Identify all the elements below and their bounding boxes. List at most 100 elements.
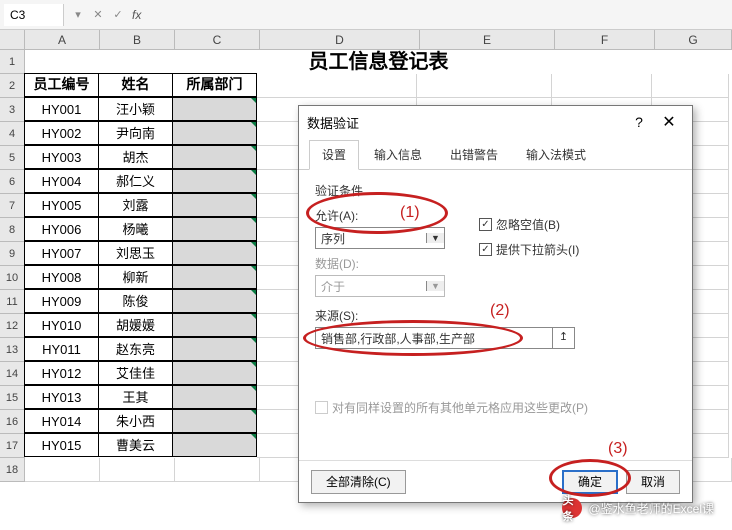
row-header[interactable]: 17 bbox=[0, 434, 25, 458]
cell[interactable]: 汪小颖 bbox=[98, 97, 173, 121]
cell[interactable]: HY015 bbox=[24, 433, 99, 457]
cell[interactable]: HY002 bbox=[24, 121, 99, 145]
tab-ime-mode[interactable]: 输入法模式 bbox=[513, 140, 599, 169]
cell[interactable] bbox=[100, 458, 175, 482]
tab-error-alert[interactable]: 出错警告 bbox=[437, 140, 511, 169]
col-header[interactable]: G bbox=[655, 30, 732, 50]
cell[interactable]: 柳新 bbox=[98, 265, 173, 289]
row-header[interactable]: 18 bbox=[0, 458, 25, 482]
cell[interactable]: 艾佳佳 bbox=[98, 361, 173, 385]
cell[interactable]: 胡杰 bbox=[98, 145, 173, 169]
cell[interactable] bbox=[172, 385, 257, 409]
cell[interactable] bbox=[172, 145, 257, 169]
row-header[interactable]: 4 bbox=[0, 122, 25, 146]
chevron-down-icon[interactable]: ▼ bbox=[426, 233, 444, 243]
select-all-corner[interactable] bbox=[0, 30, 25, 50]
confirm-icon[interactable]: ✓ bbox=[108, 8, 128, 21]
cell[interactable]: 胡媛媛 bbox=[98, 313, 173, 337]
cell[interactable] bbox=[172, 289, 257, 313]
row-header[interactable]: 3 bbox=[0, 98, 25, 122]
cell[interactable] bbox=[172, 241, 257, 265]
col-header[interactable]: E bbox=[420, 30, 555, 50]
row-header[interactable]: 14 bbox=[0, 362, 25, 386]
cell[interactable] bbox=[552, 74, 652, 98]
row-header[interactable]: 11 bbox=[0, 290, 25, 314]
cell[interactable]: HY001 bbox=[24, 97, 99, 121]
row-header[interactable]: 15 bbox=[0, 386, 25, 410]
row-header[interactable]: 6 bbox=[0, 170, 25, 194]
cell[interactable]: 姓名 bbox=[98, 73, 173, 97]
cell[interactable]: HY009 bbox=[24, 289, 99, 313]
cell[interactable]: 刘思玉 bbox=[98, 241, 173, 265]
col-header[interactable]: C bbox=[175, 30, 260, 50]
formula-input[interactable] bbox=[149, 4, 728, 26]
row-header[interactable]: 9 bbox=[0, 242, 25, 266]
ok-button[interactable]: 确定 bbox=[562, 470, 618, 494]
cancel-icon[interactable]: ✕ bbox=[88, 8, 108, 21]
cell[interactable]: 员工信息登记表 bbox=[25, 50, 732, 74]
tab-settings[interactable]: 设置 bbox=[309, 140, 359, 170]
row-header[interactable]: 12 bbox=[0, 314, 25, 338]
cell[interactable]: HY012 bbox=[24, 361, 99, 385]
cell[interactable]: HY003 bbox=[24, 145, 99, 169]
cell[interactable] bbox=[417, 74, 552, 98]
row-header[interactable]: 5 bbox=[0, 146, 25, 170]
cell[interactable] bbox=[172, 409, 257, 433]
cell[interactable]: 陈俊 bbox=[98, 289, 173, 313]
fx-icon[interactable]: fx bbox=[128, 8, 145, 22]
col-header[interactable]: D bbox=[260, 30, 420, 50]
cell[interactable]: HY010 bbox=[24, 313, 99, 337]
cell[interactable]: 王其 bbox=[98, 385, 173, 409]
cell[interactable]: HY011 bbox=[24, 337, 99, 361]
cell[interactable]: HY006 bbox=[24, 217, 99, 241]
close-icon[interactable]: ✕ bbox=[654, 112, 684, 132]
cell[interactable]: HY005 bbox=[24, 193, 99, 217]
row-header[interactable]: 8 bbox=[0, 218, 25, 242]
col-header[interactable]: A bbox=[25, 30, 100, 50]
cell[interactable] bbox=[172, 121, 257, 145]
name-box[interactable]: C3 bbox=[4, 4, 64, 26]
help-icon[interactable]: ? bbox=[624, 114, 654, 130]
row-header[interactable]: 10 bbox=[0, 266, 25, 290]
cell[interactable]: 曹美云 bbox=[98, 433, 173, 457]
row-header[interactable]: 1 bbox=[0, 50, 25, 74]
cell[interactable] bbox=[172, 433, 257, 457]
cell[interactable] bbox=[257, 74, 417, 98]
cell[interactable]: 刘露 bbox=[98, 193, 173, 217]
cell[interactable] bbox=[175, 458, 260, 482]
range-picker-icon[interactable]: ↥ bbox=[552, 328, 574, 348]
cell[interactable] bbox=[172, 217, 257, 241]
allow-combo[interactable]: 序列 ▼ bbox=[315, 227, 445, 249]
col-header[interactable]: F bbox=[555, 30, 655, 50]
cell[interactable]: 杨曦 bbox=[98, 217, 173, 241]
cell[interactable] bbox=[25, 458, 100, 482]
cell[interactable] bbox=[172, 337, 257, 361]
ignore-blank-checkbox[interactable]: ✓忽略空值(B) bbox=[479, 216, 579, 233]
cell[interactable]: HY013 bbox=[24, 385, 99, 409]
cell[interactable] bbox=[172, 97, 257, 121]
row-header[interactable]: 2 bbox=[0, 74, 25, 98]
cell[interactable]: 赵东亮 bbox=[98, 337, 173, 361]
cell[interactable]: 员工编号 bbox=[24, 73, 99, 97]
row-header[interactable]: 16 bbox=[0, 410, 25, 434]
cancel-button[interactable]: 取消 bbox=[626, 470, 680, 494]
dropdown-arrow-checkbox[interactable]: ✓提供下拉箭头(I) bbox=[479, 241, 579, 258]
cell[interactable]: 尹向南 bbox=[98, 121, 173, 145]
cell[interactable]: HY014 bbox=[24, 409, 99, 433]
cell[interactable] bbox=[172, 361, 257, 385]
cell[interactable] bbox=[172, 313, 257, 337]
cell[interactable] bbox=[172, 193, 257, 217]
cell[interactable]: 所属部门 bbox=[172, 73, 257, 97]
cell[interactable] bbox=[172, 169, 257, 193]
tab-input-message[interactable]: 输入信息 bbox=[361, 140, 435, 169]
cell[interactable]: HY008 bbox=[24, 265, 99, 289]
source-input[interactable]: 销售部,行政部,人事部,生产部 ↥ bbox=[315, 327, 575, 349]
col-header[interactable]: B bbox=[100, 30, 175, 50]
row-header[interactable]: 7 bbox=[0, 194, 25, 218]
cell[interactable]: HY007 bbox=[24, 241, 99, 265]
cell[interactable] bbox=[172, 265, 257, 289]
cell[interactable]: 郝仁义 bbox=[98, 169, 173, 193]
dropdown-icon[interactable]: ▾ bbox=[68, 8, 88, 21]
row-header[interactable]: 13 bbox=[0, 338, 25, 362]
cell[interactable]: HY004 bbox=[24, 169, 99, 193]
